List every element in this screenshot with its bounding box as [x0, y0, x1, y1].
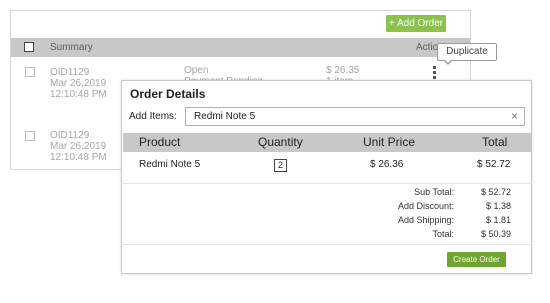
total-value: $ 50.39	[480, 229, 511, 239]
orders-list-header: Summary Actions	[11, 38, 470, 57]
quantity-column-label: Quantity	[258, 135, 303, 149]
subtotal-label: Sub Total:	[414, 187, 454, 197]
order-id: OID1129	[50, 130, 90, 141]
order-date: Mar 26,2019	[50, 141, 107, 152]
row-checkbox[interactable]	[25, 131, 35, 141]
divider	[123, 183, 532, 184]
order-status-text: Open	[184, 65, 209, 76]
discount-value[interactable]: $ 1.38	[486, 201, 511, 211]
quantity-stepper[interactable]: 2	[274, 159, 287, 172]
add-items-input[interactable]: Redmi Note 5 ×	[185, 107, 525, 126]
modal-title: Order Details	[130, 87, 206, 101]
items-table-header: Product Quantity Unit Price Total	[123, 133, 532, 152]
shipping-value[interactable]: $ 1.81	[486, 215, 511, 225]
create-order-button[interactable]: Create Order	[447, 252, 506, 267]
order-row-info: OID1129 Mar 26,2019 12:10:48 PM	[50, 67, 107, 100]
select-all-checkbox[interactable]	[24, 42, 34, 52]
add-items-label: Add Items:	[129, 111, 177, 122]
discount-label: Add Discount:	[397, 201, 454, 211]
order-time: 12:10:48 PM	[50, 89, 107, 100]
order-date: Mar 26,2019	[50, 78, 107, 89]
unit-price-column-label: Unit Price	[363, 135, 416, 149]
order-row-info: OID1129 Mar 26,2019 12:10:48 PM	[50, 130, 107, 163]
line-item-total: $ 52.72	[477, 159, 511, 170]
add-order-button[interactable]: + Add Order	[386, 15, 446, 32]
product-column-label: Product	[139, 135, 181, 149]
total-column-label: Total	[482, 135, 508, 149]
subtotal-value: $ 52.72	[480, 187, 511, 197]
total-label: Total:	[432, 229, 454, 239]
line-item-product: Redmi Note 5	[139, 159, 201, 170]
summary-column-label: Summary	[50, 42, 93, 53]
tooltip-arrow-inner	[444, 59, 452, 63]
order-details-modal: Order Details Add Items: Redmi Note 5 × …	[121, 80, 532, 274]
row-checkbox[interactable]	[25, 67, 35, 77]
order-id: OID1129	[50, 67, 90, 78]
order-time: 12:10:48 PM	[50, 152, 107, 163]
order-amount-text: $ 26.35	[326, 65, 360, 76]
shipping-label: Add Shipping:	[397, 215, 454, 225]
clear-icon[interactable]: ×	[511, 108, 518, 125]
add-items-value: Redmi Note 5	[194, 111, 256, 122]
divider	[123, 244, 532, 245]
line-item-unit-price: $ 26.36	[370, 159, 404, 170]
